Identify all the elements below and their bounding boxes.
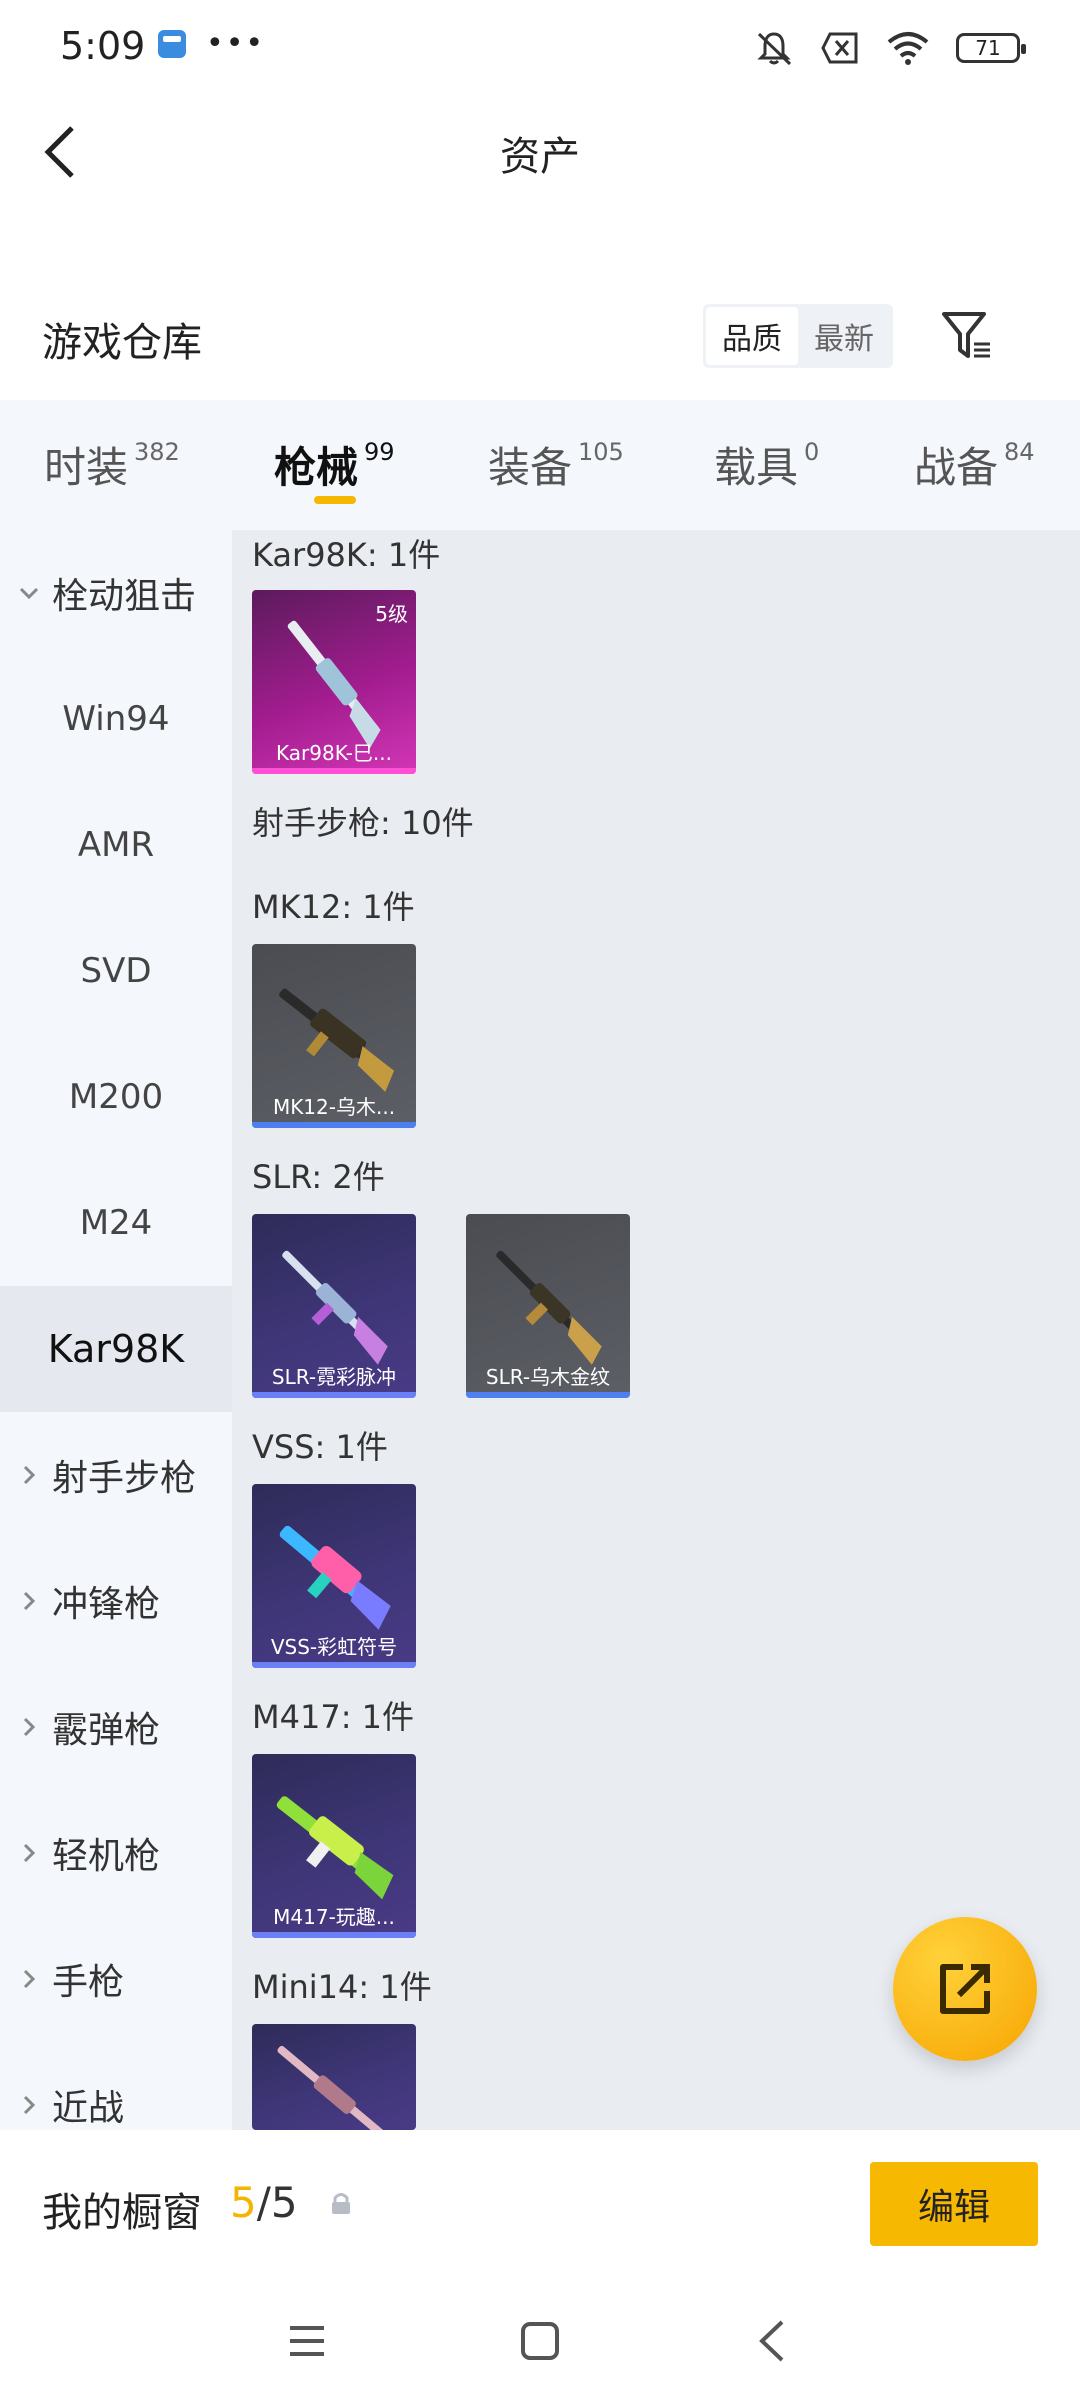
warehouse-bar: 游戏仓库 品质 最新	[0, 290, 1080, 390]
section-header-slr: SLR: 2件	[252, 1158, 385, 1196]
chevron-right-icon	[23, 1717, 36, 1737]
weapon-card-mk12[interactable]: MK12-乌木...	[252, 944, 416, 1128]
sidebar-group-lmg[interactable]: 轻机枪	[0, 1790, 232, 1916]
sidebar-item-kar98k[interactable]: Kar98K	[0, 1286, 232, 1412]
sidebar-group-smg[interactable]: 冲锋枪	[0, 1538, 232, 1664]
status-time: 5:09	[60, 24, 146, 68]
weapon-card-slr-neon[interactable]: SLR-霓彩脉冲	[252, 1214, 416, 1398]
sidebar-item-m200[interactable]: M200	[0, 1034, 232, 1160]
showcase-title: 我的橱窗	[42, 2190, 202, 2236]
chevron-right-icon	[23, 2095, 36, 2115]
my-showcase-bar: 我的橱窗 5/5 编辑	[0, 2130, 1080, 2280]
weapon-card-kar98k[interactable]: 5级 Kar98K-巳...	[252, 590, 416, 774]
sidebar-group-marksman-rifles[interactable]: 射手步枪	[0, 1412, 232, 1538]
section-header-marksman-rifles: 射手步枪: 10件	[252, 804, 474, 842]
weapon-card-label: VSS-彩虹符号	[270, 1635, 398, 1659]
rifle-icon	[277, 2045, 388, 2130]
weapon-card-m417[interactable]: M417-玩趣...	[252, 1754, 416, 1938]
share-external-icon	[940, 1964, 990, 2014]
level-badge: 5级	[375, 602, 408, 626]
chevron-right-icon	[23, 1969, 36, 1989]
active-tab-indicator	[314, 496, 356, 504]
back-icon[interactable]	[748, 2316, 798, 2366]
tab-battle-supplies[interactable]: 战备 84	[914, 434, 1035, 495]
system-nav-bar	[0, 2280, 1080, 2400]
mute-icon	[757, 32, 792, 66]
weapon-card-label: MK12-乌木...	[272, 1095, 396, 1119]
no-sim-icon	[821, 32, 858, 64]
weapon-card-label: SLR-乌木金纹	[485, 1365, 611, 1389]
home-icon[interactable]	[515, 2316, 565, 2366]
warehouse-title: 游戏仓库	[42, 320, 202, 366]
weapon-card-label: M417-玩趣...	[273, 1905, 395, 1929]
sidebar-item-win94[interactable]: Win94	[0, 656, 232, 782]
page-title: 资产	[500, 134, 580, 180]
chevron-right-icon	[23, 1465, 36, 1485]
sort-quality-option[interactable]: 品质	[706, 307, 798, 365]
menu-icon[interactable]	[282, 2316, 332, 2366]
app-header: 资产	[0, 100, 1080, 200]
status-bar: 5:09 ••• 71	[0, 0, 1080, 100]
weapon-card-slr-ebony[interactable]: SLR-乌木金纹	[466, 1214, 630, 1398]
sort-newest-option[interactable]: 最新	[798, 307, 890, 365]
weapon-card-label: Kar98K-巳...	[276, 741, 392, 765]
chevron-right-icon	[23, 1843, 36, 1863]
tab-fashion[interactable]: 时装 382	[44, 434, 180, 495]
section-header-mk12: MK12: 1件	[252, 888, 415, 926]
wifi-icon	[887, 32, 929, 65]
sidebar-item-m24[interactable]: M24	[0, 1160, 232, 1286]
weapon-card-mini14[interactable]	[252, 2024, 416, 2130]
chevron-down-icon	[19, 587, 39, 600]
chevron-right-icon	[23, 1591, 36, 1611]
section-header-kar98k: Kar98K: 1件	[252, 536, 441, 574]
lock-icon	[332, 2193, 350, 2214]
sidebar-group-shotguns[interactable]: 霰弹枪	[0, 1664, 232, 1790]
tab-equipment[interactable]: 装备 105	[488, 434, 624, 495]
sidebar-item-svd[interactable]: SVD	[0, 908, 232, 1034]
tab-vehicles[interactable]: 载具 0	[714, 434, 819, 495]
sidebar-group-bolt-action[interactable]: 栓动狙击	[0, 530, 232, 656]
share-button[interactable]	[893, 1917, 1037, 2061]
section-header-vss: VSS: 1件	[252, 1428, 388, 1466]
weapon-card-vss[interactable]: VSS-彩虹符号	[252, 1484, 416, 1668]
sidebar-group-pistols[interactable]: 手枪	[0, 1916, 232, 2042]
weapon-card-label: SLR-霓彩脉冲	[271, 1365, 397, 1389]
sidebar-item-amr[interactable]: AMR	[0, 782, 232, 908]
section-header-m417: M417: 1件	[252, 1698, 415, 1736]
category-tabs: 时装 382 枪械 99 装备 105 载具 0 战备 84	[0, 400, 1080, 530]
weapon-inventory-list: Kar98K: 1件 5级 Kar98K-巳... 射手步枪: 10件 MK12…	[232, 530, 1080, 2130]
edit-button[interactable]: 编辑	[870, 2162, 1038, 2246]
section-header-mini14: Mini14: 1件	[252, 1968, 432, 2006]
filter-button[interactable]	[938, 306, 998, 366]
battery-icon: 71	[956, 33, 1026, 63]
app-notification-icon	[158, 30, 186, 58]
sort-toggle: 品质 最新	[703, 304, 893, 368]
tab-firearms[interactable]: 枪械 99	[274, 434, 395, 495]
showcase-count: 5/5	[230, 2178, 298, 2227]
more-dots-icon: •••	[206, 26, 266, 61]
filter-icon	[942, 312, 990, 358]
weapon-category-sidebar: 栓动狙击 Win94 AMR SVD M200 M24 Kar98K 射手步枪 …	[0, 530, 232, 2130]
